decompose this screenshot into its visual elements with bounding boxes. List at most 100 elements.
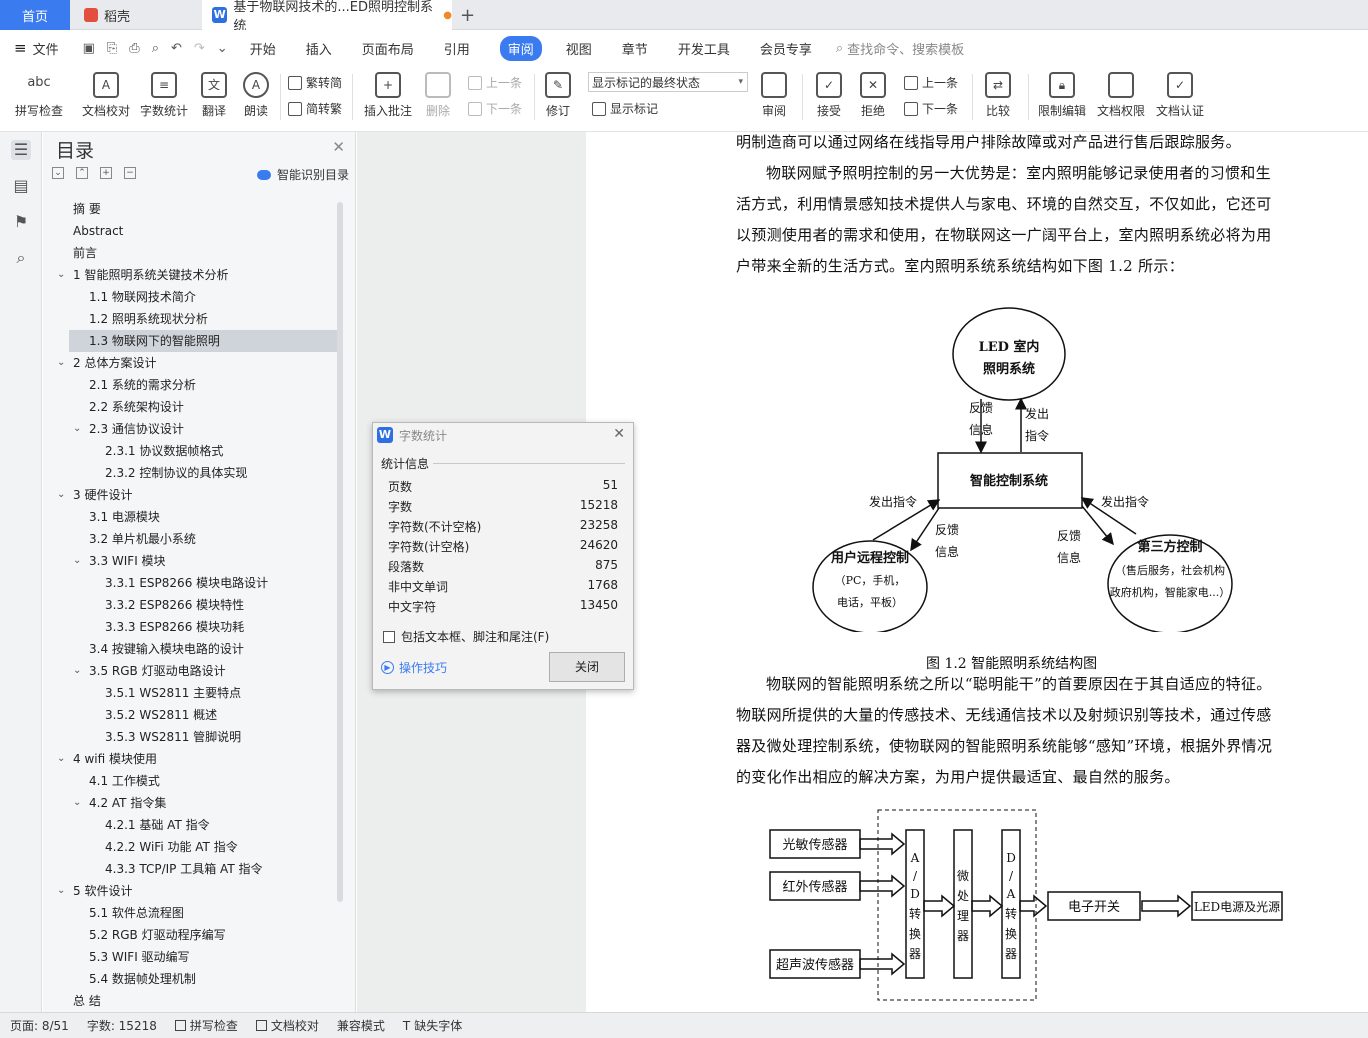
prev-change-button[interactable]: 上一条 [904, 74, 958, 91]
doc-certify-button[interactable]: ✓ 文档认证 [1154, 72, 1206, 119]
toc-item[interactable]: 5.3 WIFI 驱动编写 [43, 946, 339, 968]
redo-icon[interactable]: ↷ [194, 41, 205, 56]
tips-link[interactable]: ▶ 操作技巧 [381, 659, 447, 676]
toc-item[interactable]: 4.1 工作模式 [43, 770, 339, 792]
missing-font-status[interactable]: T 缺失字体 [403, 1017, 462, 1034]
undo-icon[interactable]: ↶ [171, 41, 182, 56]
dialog-titlebar[interactable]: W 字数统计 [373, 423, 633, 447]
menu-member[interactable]: 会员专享 [760, 39, 812, 58]
word-count-indicator[interactable]: 字数: 15218 [87, 1017, 157, 1034]
toc-item[interactable]: 5.4 数据帧处理机制 [43, 968, 339, 990]
menu-view[interactable]: 视图 [566, 39, 592, 58]
menu-chapter[interactable]: 章节 [622, 39, 648, 58]
more-icon[interactable]: ⌄ [217, 41, 228, 56]
toc-item[interactable]: 1.2 照明系统现状分析 [43, 308, 339, 330]
doc-permission-button[interactable]: 文档权限 [1094, 72, 1148, 119]
toc-scrollbar[interactable] [337, 202, 343, 902]
spell-check-status[interactable]: 拼写检查 [174, 1017, 238, 1034]
toc-item[interactable]: ⌄ 4 wifi 模块使用 [43, 748, 339, 770]
toc-panel-icon[interactable]: ☰ [11, 140, 31, 160]
toc-item[interactable]: ⌄ 5 软件设计 [43, 880, 339, 902]
tab-daoke[interactable]: 稻壳 [72, 0, 198, 30]
remove-heading-icon[interactable]: − [124, 167, 136, 179]
toc-item[interactable]: 2.3.1 协议数据帧格式 [43, 440, 339, 462]
toc-item[interactable]: ⌄ 3.5 RGB 灯驱动电路设计 [43, 660, 339, 682]
toc-item[interactable]: 4.2.2 WiFi 功能 AT 指令 [43, 836, 339, 858]
toc-item[interactable]: 2.2 系统架构设计 [43, 396, 339, 418]
collapse-all-icon[interactable]: ⌄ [52, 167, 64, 179]
search-icon[interactable]: ⌕ [836, 41, 843, 56]
tab-document[interactable]: W 基于物联网技术的...ED照明控制系统 ● [202, 0, 452, 34]
toc-item[interactable]: 总 结 [43, 990, 339, 1012]
chevron-down-icon[interactable]: ⌄ [57, 880, 65, 902]
toc-item[interactable]: 4.3.3 TCP/IP 工具箱 AT 指令 [43, 858, 339, 880]
toc-item[interactable]: 3.5.2 WS2811 概述 [43, 704, 339, 726]
document-page[interactable]: 明制造商可以通过网络在线指导用户排除故障或对产品进行售后跟踪服务。 物联网赋予照… [586, 132, 1368, 1012]
toc-item[interactable]: 3.3.2 ESP8266 模块特性 [43, 594, 339, 616]
chevron-down-icon[interactable]: ⌄ [57, 264, 65, 286]
save-icon[interactable]: ▣ [83, 41, 95, 56]
toc-item[interactable]: Abstract [43, 220, 339, 242]
toc-item[interactable]: ⌄ 3 硬件设计 [43, 484, 339, 506]
chevron-down-icon[interactable]: ⌄ [57, 352, 65, 374]
spell-check-button[interactable]: abc 拼写检查 [8, 72, 70, 119]
export-icon[interactable]: ⎘ [107, 41, 117, 56]
toc-item[interactable]: 3.3.3 ESP8266 模块功耗 [43, 616, 339, 638]
toc-item[interactable]: 2.1 系统的需求分析 [43, 374, 339, 396]
menu-file[interactable]: 文件 [33, 39, 59, 58]
compare-button[interactable]: ⇄ 比较 [980, 72, 1016, 119]
toc-item[interactable]: ⌄ 3.3 WIFI 模块 [43, 550, 339, 572]
menu-insert[interactable]: 插入 [306, 39, 332, 58]
toc-item[interactable]: ⌄ 4.2 AT 指令集 [43, 792, 339, 814]
restrict-edit-button[interactable]: 🔒︎ 限制编辑 [1036, 72, 1088, 119]
toc-item[interactable]: 3.1 电源模块 [43, 506, 339, 528]
close-icon[interactable]: ✕ [332, 138, 345, 156]
close-button[interactable]: 关闭 [549, 652, 625, 682]
toc-item[interactable]: 4.2.1 基础 AT 指令 [43, 814, 339, 836]
toc-item[interactable]: 1.3 物联网下的智能照明 [69, 330, 339, 352]
menu-developer[interactable]: 开发工具 [678, 39, 730, 58]
chapter-nav-icon[interactable]: ▤ [11, 176, 31, 196]
tab-home[interactable]: 首页 [0, 0, 70, 30]
hamburger-icon[interactable]: ≡ [14, 39, 27, 57]
toc-item[interactable]: 2.3.2 控制协议的具体实现 [43, 462, 339, 484]
review-pane-button[interactable]: 审阅 [758, 72, 790, 119]
chevron-down-icon[interactable]: ⌄ [57, 484, 65, 506]
menu-review[interactable]: 审阅 [499, 35, 542, 61]
reject-button[interactable]: ✕ 拒绝 [856, 72, 890, 119]
chevron-down-icon[interactable]: ⌄ [73, 660, 81, 682]
menu-start[interactable]: 开始 [250, 39, 276, 58]
toc-item[interactable]: ⌄ 1 智能照明系统关键技术分析 [43, 264, 339, 286]
chevron-down-icon[interactable]: ⌄ [57, 748, 65, 770]
trad-to-simp-button[interactable]: 繁转简 [288, 74, 342, 91]
toc-item[interactable]: ⌄ 2.3 通信协议设计 [43, 418, 339, 440]
simp-to-trad-button[interactable]: 简转繁 [288, 100, 342, 117]
compat-mode[interactable]: 兼容模式 [337, 1017, 385, 1034]
toc-item[interactable]: 1.1 物联网技术简介 [43, 286, 339, 308]
close-icon[interactable]: ✕ [613, 426, 625, 442]
new-tab-icon[interactable]: + [460, 0, 480, 30]
preview-icon[interactable]: ⌕ [152, 41, 159, 56]
next-change-button[interactable]: 下一条 [904, 100, 958, 117]
toc-item[interactable]: 3.2 单片机最小系统 [43, 528, 339, 550]
prev-comment-button[interactable]: 上一条 [468, 74, 522, 91]
insert-comment-button[interactable]: + 插入批注 [360, 72, 416, 119]
accept-button[interactable]: ✓ 接受 [812, 72, 846, 119]
print-icon[interactable]: ⎙ [129, 41, 139, 56]
toc-item[interactable]: 5.1 软件总流程图 [43, 902, 339, 924]
smart-toc-button[interactable]: 智能识别目录 [256, 166, 349, 183]
markup-state-select[interactable]: 显示标记的最终状态 ▾ [588, 72, 748, 92]
toc-item[interactable]: 摘 要 [43, 198, 339, 220]
toc-item[interactable]: ⌄ 2 总体方案设计 [43, 352, 339, 374]
toc-item[interactable]: 3.4 按键输入模块电路的设计 [43, 638, 339, 660]
toc-item[interactable]: 前言 [43, 242, 339, 264]
add-heading-icon[interactable]: + [100, 167, 112, 179]
bookmark-icon[interactable]: ⚑ [11, 212, 31, 232]
read-aloud-button[interactable]: A 朗读 [240, 72, 272, 119]
show-markup-button[interactable]: 显示标记 [592, 100, 658, 117]
next-comment-button[interactable]: 下一条 [468, 100, 522, 117]
word-count-button[interactable]: ≡ 字数统计 [138, 72, 190, 119]
proofread-button[interactable]: A 文档校对 [78, 72, 134, 119]
translate-button[interactable]: 文翻译 [196, 72, 232, 119]
expand-up-icon[interactable]: ⌃ [76, 167, 88, 179]
